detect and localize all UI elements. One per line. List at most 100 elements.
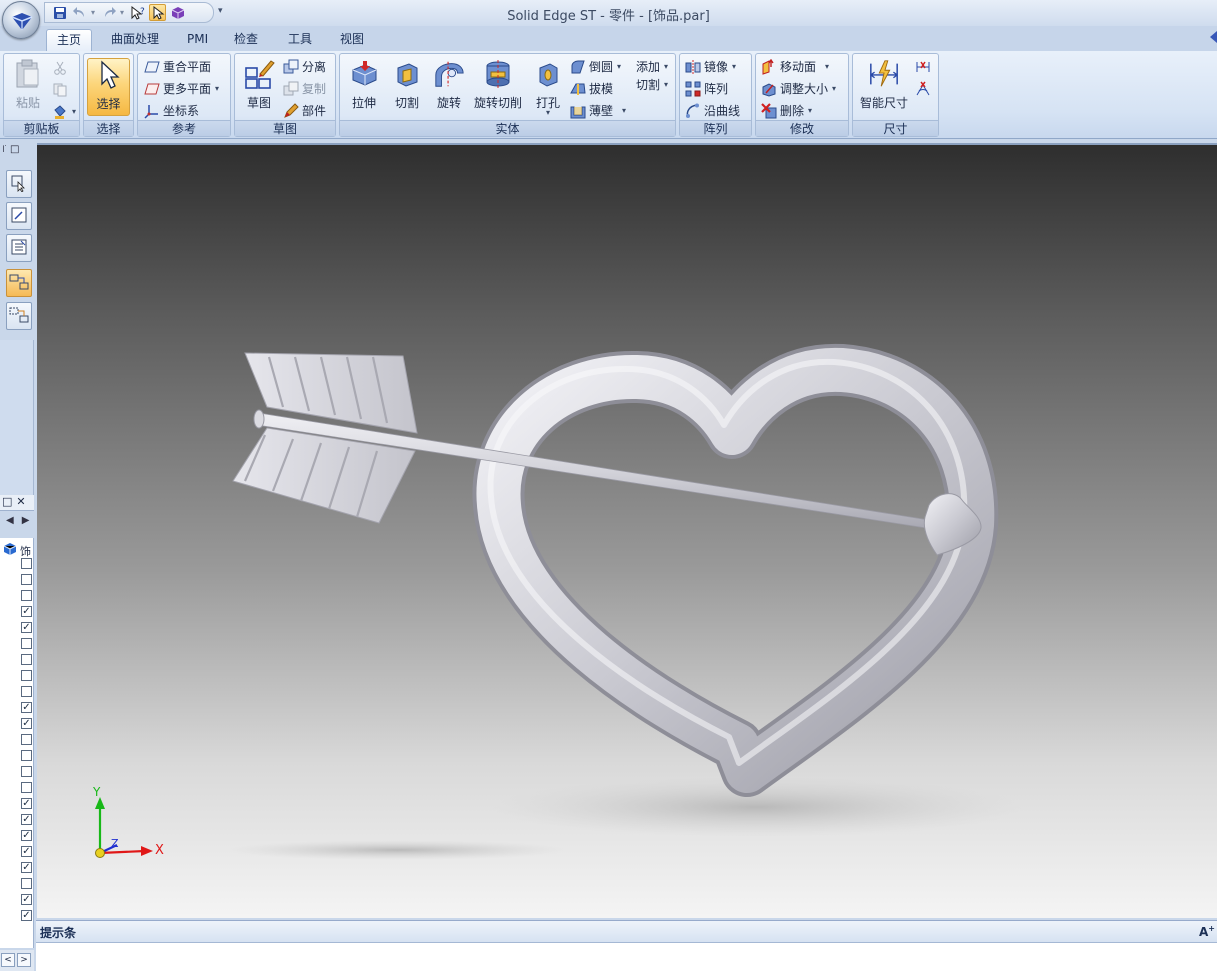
tab-tools[interactable]: 工具 bbox=[278, 29, 322, 51]
tree-item-checkbox[interactable] bbox=[21, 686, 32, 697]
tree-item-checkbox[interactable] bbox=[21, 558, 32, 569]
cut-dropdown-button[interactable]: 切割 ▾ bbox=[636, 75, 668, 95]
scissors-icon bbox=[52, 60, 68, 76]
smart-dimension-button[interactable]: 智能尺寸 bbox=[855, 58, 913, 116]
tab-inspect[interactable]: 检查 bbox=[224, 29, 268, 51]
copy-sketch-icon bbox=[283, 81, 299, 97]
move-face-button[interactable]: 移动面 ▾ bbox=[761, 57, 829, 77]
scroll-left-icon[interactable]: < bbox=[1, 953, 15, 967]
plane-icon bbox=[144, 59, 160, 75]
tab-surfacing[interactable]: 曲面处理 bbox=[101, 29, 169, 51]
nav-left-icon[interactable]: ◀ bbox=[6, 515, 14, 533]
tree-item-checkbox[interactable] bbox=[21, 734, 32, 745]
sketch-button[interactable]: 草图 bbox=[237, 58, 281, 116]
axis-y-label: Y bbox=[93, 785, 101, 799]
paste-button[interactable]: 粘贴 bbox=[6, 58, 50, 116]
tree-item-checkbox[interactable]: ✓ bbox=[21, 814, 32, 825]
heart-ring-body[interactable] bbox=[472, 343, 999, 797]
nav-right-icon[interactable]: ▶ bbox=[22, 515, 30, 533]
delete-button[interactable]: 删除 ▾ bbox=[761, 101, 812, 121]
tree-item-checkbox[interactable]: ✓ bbox=[21, 830, 32, 841]
tree-item-checkbox[interactable] bbox=[21, 782, 32, 793]
tree-item-checkbox[interactable] bbox=[21, 574, 32, 585]
along-curve-icon bbox=[685, 103, 701, 119]
distance-between-icon bbox=[915, 59, 931, 75]
tree-item-checkbox[interactable]: ✓ bbox=[21, 606, 32, 617]
detach-button[interactable]: 分离 bbox=[283, 57, 326, 77]
tree-item-checkbox[interactable]: ✓ bbox=[21, 894, 32, 905]
tree-item-checkbox[interactable] bbox=[21, 670, 32, 681]
relation-assistant-button[interactable] bbox=[6, 269, 32, 297]
tree-item-checkbox[interactable]: ✓ bbox=[21, 702, 32, 713]
angle-between-button[interactable] bbox=[915, 79, 931, 99]
tab-pmi[interactable]: PMI bbox=[177, 29, 218, 51]
select-button[interactable]: 选择 bbox=[87, 58, 130, 116]
tab-view[interactable]: 视图 bbox=[330, 29, 374, 51]
chevron-down-icon: ▾ bbox=[215, 84, 220, 93]
tab-home[interactable]: 主页 bbox=[46, 29, 93, 51]
pattern-button[interactable]: 阵列 bbox=[685, 79, 728, 99]
tree-root-item[interactable]: 饰 bbox=[3, 542, 31, 559]
tree-item-checkbox[interactable]: ✓ bbox=[21, 718, 32, 729]
tree-item-checkbox[interactable] bbox=[21, 750, 32, 761]
distance-between-button[interactable] bbox=[915, 57, 931, 77]
tree-item-checkbox[interactable] bbox=[21, 878, 32, 889]
coord-system-button[interactable]: 坐标系 bbox=[144, 101, 199, 121]
resize-button[interactable]: 调整大小 ▾ bbox=[761, 79, 836, 99]
coordinate-triad bbox=[95, 797, 153, 858]
hole-dropdown-icon[interactable]: ▾ bbox=[546, 108, 550, 117]
design-intent-button[interactable] bbox=[6, 302, 32, 330]
mirror-button[interactable]: 镜像 ▾ bbox=[685, 57, 736, 77]
application-button[interactable] bbox=[2, 1, 40, 39]
feature-library-button[interactable] bbox=[6, 170, 32, 198]
group-dimension: 智能尺寸 尺寸 bbox=[852, 53, 939, 137]
add-button[interactable]: 添加 ▾ bbox=[636, 57, 668, 77]
cut-clip-button[interactable] bbox=[52, 58, 68, 78]
paste-special-button[interactable]: ▾ bbox=[52, 102, 76, 122]
ribbon-tab-bar: 主页 曲面处理 PMI 检查 工具 视图 bbox=[0, 26, 1217, 51]
along-curve-button[interactable]: 沿曲线 bbox=[685, 101, 740, 121]
group-label-select: 选择 bbox=[84, 120, 133, 136]
prompt-bar-header: 提示条 A+ bbox=[36, 921, 1217, 943]
tree-item-checkbox[interactable]: ✓ bbox=[21, 622, 32, 633]
more-planes-button[interactable]: 更多平面 ▾ bbox=[144, 79, 219, 99]
pin-icon[interactable]: ꜍ bbox=[2, 144, 7, 160]
group-sketch: 草图 分离 复制 部件 草图 bbox=[234, 53, 336, 137]
tree-horizontal-scrollbar[interactable]: < > bbox=[0, 950, 34, 971]
copy-sketch-button[interactable]: 复制 bbox=[283, 79, 326, 99]
tree-item-checkbox[interactable] bbox=[21, 654, 32, 665]
restore-icon[interactable]: □ bbox=[10, 144, 19, 160]
tree-item-checkbox[interactable]: ✓ bbox=[21, 862, 32, 873]
coincident-plane-button[interactable]: 重合平面 bbox=[144, 57, 211, 77]
copy-clip-button[interactable] bbox=[52, 80, 68, 100]
help-icon[interactable] bbox=[1209, 31, 1217, 43]
extrude-button[interactable]: 拉伸 bbox=[342, 58, 386, 116]
part-button[interactable]: 部件 bbox=[283, 101, 326, 121]
group-modify: 移动面 ▾ 调整大小 ▾ 删除 ▾ 修改 bbox=[755, 53, 849, 137]
scroll-right-icon[interactable]: > bbox=[17, 953, 31, 967]
tree-item-checkbox[interactable]: ✓ bbox=[21, 798, 32, 809]
group-label-dimension: 尺寸 bbox=[853, 120, 938, 136]
ribbon: 粘贴 ▾ 剪贴板 选择 选择 重合平面 更多平面 ▾ 坐标系 参考 草图 分离 … bbox=[0, 51, 1217, 139]
float-icon[interactable]: □ bbox=[2, 495, 12, 510]
tree-item-checkbox[interactable] bbox=[21, 638, 32, 649]
font-size-icon[interactable]: A+ bbox=[1199, 924, 1215, 939]
draft-button[interactable]: 拔模 bbox=[570, 79, 613, 99]
3d-viewport[interactable]: Y Z X bbox=[37, 143, 1217, 918]
thin-wall-button[interactable]: 薄壁 ▾ bbox=[570, 101, 626, 121]
prompt-bar-title: 提示条 bbox=[40, 926, 77, 940]
layers-button[interactable] bbox=[6, 234, 32, 262]
close-icon[interactable]: ✕ bbox=[16, 495, 25, 510]
tree-item-checkbox[interactable]: ✓ bbox=[21, 910, 32, 921]
tree-item-checkbox[interactable]: ✓ bbox=[21, 846, 32, 857]
round-button[interactable]: 倒圆 ▾ bbox=[570, 57, 621, 77]
path-finder-button[interactable] bbox=[6, 202, 32, 230]
mirror-dropdown-icon: ▾ bbox=[732, 62, 737, 71]
tree-item-checkbox[interactable] bbox=[21, 766, 32, 777]
hole-button[interactable]: 打孔 ▾ bbox=[526, 58, 570, 117]
tree-item-checkbox[interactable] bbox=[21, 590, 32, 601]
revolve-cut-button[interactable]: 旋转切削 bbox=[472, 58, 524, 116]
cut-button[interactable]: 切割 bbox=[385, 58, 429, 116]
revolve-button[interactable]: 旋转 bbox=[427, 58, 471, 116]
revolve-icon bbox=[433, 58, 465, 90]
